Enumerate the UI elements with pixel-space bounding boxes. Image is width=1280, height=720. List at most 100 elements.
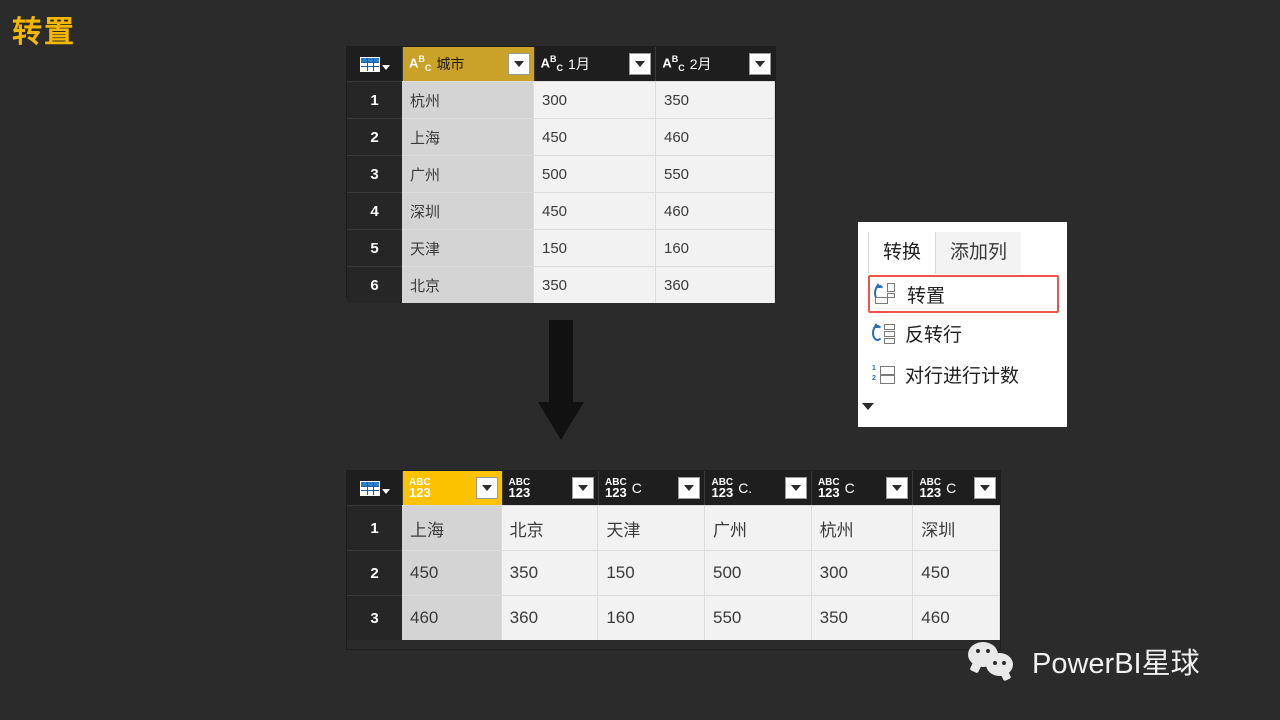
table-cell[interactable]: 广州: [402, 155, 534, 192]
result-column-filter-3[interactable]: [784, 477, 807, 499]
result-column-filter-0[interactable]: [475, 477, 498, 499]
row-number: 3: [347, 155, 402, 192]
table-cell[interactable]: 350: [534, 266, 656, 303]
table-grid-icon: [359, 480, 380, 496]
source-column-header-0[interactable]: ABC 城市: [403, 47, 535, 81]
table-cell[interactable]: 460: [656, 118, 775, 155]
table-row[interactable]: 6 北京 350 360: [347, 266, 775, 303]
table-row[interactable]: 3 广州 500 550: [347, 155, 775, 192]
row-number: 6: [347, 266, 402, 303]
abc123-any-icon: ABC 123: [919, 477, 942, 500]
table-cell[interactable]: 350: [811, 595, 914, 640]
table-cell[interactable]: 深圳: [402, 192, 534, 229]
source-column-filter-1[interactable]: [629, 53, 652, 75]
watermark: PowerBI星球: [968, 640, 1200, 682]
table-cell[interactable]: 杭州: [402, 81, 534, 118]
row-number: 5: [347, 229, 402, 266]
table-row[interactable]: 3 460 360 160 550 350 460: [347, 595, 1000, 640]
abc123-any-icon: ABC 123: [711, 477, 734, 500]
source-column-name-1: 1月: [568, 56, 590, 72]
table-row[interactable]: 5 天津 150 160: [347, 229, 775, 266]
ribbon-menu-items: 转置 反转行 1 2 对行进行计数: [858, 274, 1067, 427]
table-cell[interactable]: 150: [598, 550, 705, 595]
transform-arrow-icon: [538, 320, 584, 440]
source-column-name-0: 城市: [436, 56, 465, 72]
table-cell[interactable]: 上海: [402, 505, 502, 550]
source-column-filter-2[interactable]: [749, 53, 771, 75]
tab-transform[interactable]: 转换: [868, 232, 937, 274]
ribbon-tab-bar: 转换 添加列: [858, 222, 1067, 274]
table-cell[interactable]: 天津: [598, 505, 705, 550]
row-number: 4: [347, 192, 402, 229]
source-table-header-row: ABC 城市 ABC 1月 ABC 2月: [347, 47, 775, 81]
abc123-any-icon: ABC 123: [605, 477, 627, 500]
result-column-header-1[interactable]: ABC 123: [502, 471, 600, 505]
table-cell[interactable]: 160: [656, 229, 775, 266]
table-cell[interactable]: 深圳: [913, 505, 1000, 550]
result-column-header-0[interactable]: ABC 123: [403, 471, 503, 505]
result-data-table: ABC 123 ABC 123 ABC 123 C ABC 123 C. ABC 123 …: [346, 470, 1001, 650]
table-cell[interactable]: 北京: [402, 266, 534, 303]
source-data-table: ABC 城市 ABC 1月 ABC 2月 1 杭州 300 350 2 上海 4…: [346, 46, 776, 303]
table-cell[interactable]: 杭州: [811, 505, 914, 550]
table-cell[interactable]: 460: [402, 595, 502, 640]
result-column-header-2[interactable]: ABC 123 C: [599, 471, 706, 505]
table-cell[interactable]: 广州: [704, 505, 812, 550]
row-number: 2: [347, 550, 402, 595]
table-row[interactable]: 4 深圳 450 460: [347, 192, 775, 229]
menu-item-transpose-label: 转置: [907, 285, 946, 307]
table-cell[interactable]: 天津: [402, 229, 534, 266]
abc-text-icon: ABC: [409, 54, 432, 73]
abc123-any-icon: ABC 123: [409, 477, 431, 500]
result-table-header-row: ABC 123 ABC 123 ABC 123 C ABC 123 C. ABC 123 …: [347, 471, 1000, 505]
table-cell[interactable]: 460: [656, 192, 775, 229]
table-cell[interactable]: 450: [913, 550, 1000, 595]
table-cell[interactable]: 300: [534, 81, 656, 118]
table-cell[interactable]: 150: [534, 229, 656, 266]
table-row[interactable]: 1 上海 北京 天津 广州 杭州 深圳: [347, 505, 1000, 550]
watermark-text: PowerBI星球: [1032, 648, 1200, 680]
table-cell[interactable]: 500: [704, 550, 812, 595]
table-cell[interactable]: 450: [402, 550, 502, 595]
row-number: 1: [347, 505, 402, 550]
result-column-header-4[interactable]: ABC 123 C: [811, 471, 914, 505]
abc-text-icon: ABC: [662, 54, 685, 73]
result-column-header-3[interactable]: ABC 123 C.: [705, 471, 812, 505]
table-row[interactable]: 2 450 350 150 500 300 450: [347, 550, 1000, 595]
source-table-corner-button[interactable]: [347, 47, 403, 81]
table-cell[interactable]: 500: [534, 155, 656, 192]
table-cell[interactable]: 350: [501, 550, 599, 595]
menu-item-reverse-rows-label: 反转行: [905, 325, 963, 346]
tab-add-column[interactable]: 添加列: [936, 232, 1022, 274]
menu-item-count-rows[interactable]: 1 2 对行进行计数: [858, 354, 1067, 395]
table-cell[interactable]: 450: [534, 118, 656, 155]
result-column-name-4: C: [844, 480, 855, 496]
table-cell[interactable]: 350: [656, 81, 775, 118]
table-cell[interactable]: 450: [534, 192, 656, 229]
source-column-filter-0[interactable]: [507, 53, 530, 75]
table-cell[interactable]: 360: [656, 266, 775, 303]
table-row[interactable]: 1 杭州 300 350: [347, 81, 775, 118]
expand-caret-icon[interactable]: [862, 403, 874, 410]
table-cell[interactable]: 360: [501, 595, 599, 640]
result-column-filter-2[interactable]: [678, 477, 701, 499]
result-column-filter-4[interactable]: [886, 477, 909, 499]
source-column-header-2[interactable]: ABC 2月: [656, 47, 775, 81]
table-cell[interactable]: 上海: [402, 118, 534, 155]
table-cell[interactable]: 北京: [501, 505, 599, 550]
source-column-header-1[interactable]: ABC 1月: [534, 47, 657, 81]
menu-item-transpose[interactable]: 转置: [868, 275, 1059, 313]
menu-item-reverse-rows[interactable]: 反转行: [858, 313, 1067, 354]
table-cell[interactable]: 550: [656, 155, 775, 192]
result-column-header-5[interactable]: ABC 123 C: [913, 471, 1000, 505]
result-column-filter-1[interactable]: [572, 477, 595, 499]
abc-text-icon: ABC: [540, 54, 564, 73]
table-cell[interactable]: 460: [913, 595, 1000, 640]
result-column-filter-5[interactable]: [974, 477, 996, 499]
table-cell[interactable]: 550: [704, 595, 812, 640]
table-cell[interactable]: 300: [811, 550, 914, 595]
wechat-icon: [968, 640, 1020, 682]
table-row[interactable]: 2 上海 450 460: [347, 118, 775, 155]
table-cell[interactable]: 160: [598, 595, 705, 640]
result-table-corner-button[interactable]: [347, 471, 403, 505]
